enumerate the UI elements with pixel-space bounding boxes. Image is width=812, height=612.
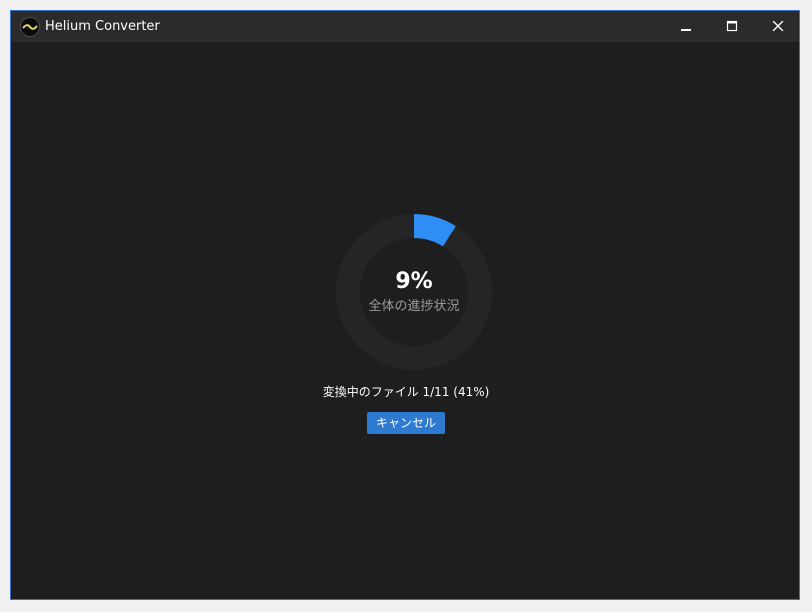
title-bar[interactable]: Helium Converter (11, 11, 799, 42)
close-button[interactable] (755, 11, 799, 42)
main-content: 9% 全体の進捗状況 変換中のファイル 1/11 (41%) キャンセル (11, 42, 799, 599)
minimize-button[interactable] (663, 11, 709, 42)
app-window: Helium Converter 9% 全体の進捗状況 変換中のファイル 1/1… (10, 10, 800, 600)
minimize-icon (680, 17, 692, 36)
maximize-icon (726, 17, 738, 36)
helium-logo-icon (20, 17, 40, 37)
cancel-button[interactable]: キャンセル (367, 412, 445, 434)
overall-percent: 9% (395, 269, 433, 294)
maximize-button[interactable] (709, 11, 755, 42)
window-title: Helium Converter (45, 19, 160, 34)
overall-progress-label: 全体の進捗状況 (368, 299, 460, 314)
file-conversion-status: 変換中のファイル 1/11 (41%) (322, 385, 490, 399)
close-icon (772, 17, 784, 36)
